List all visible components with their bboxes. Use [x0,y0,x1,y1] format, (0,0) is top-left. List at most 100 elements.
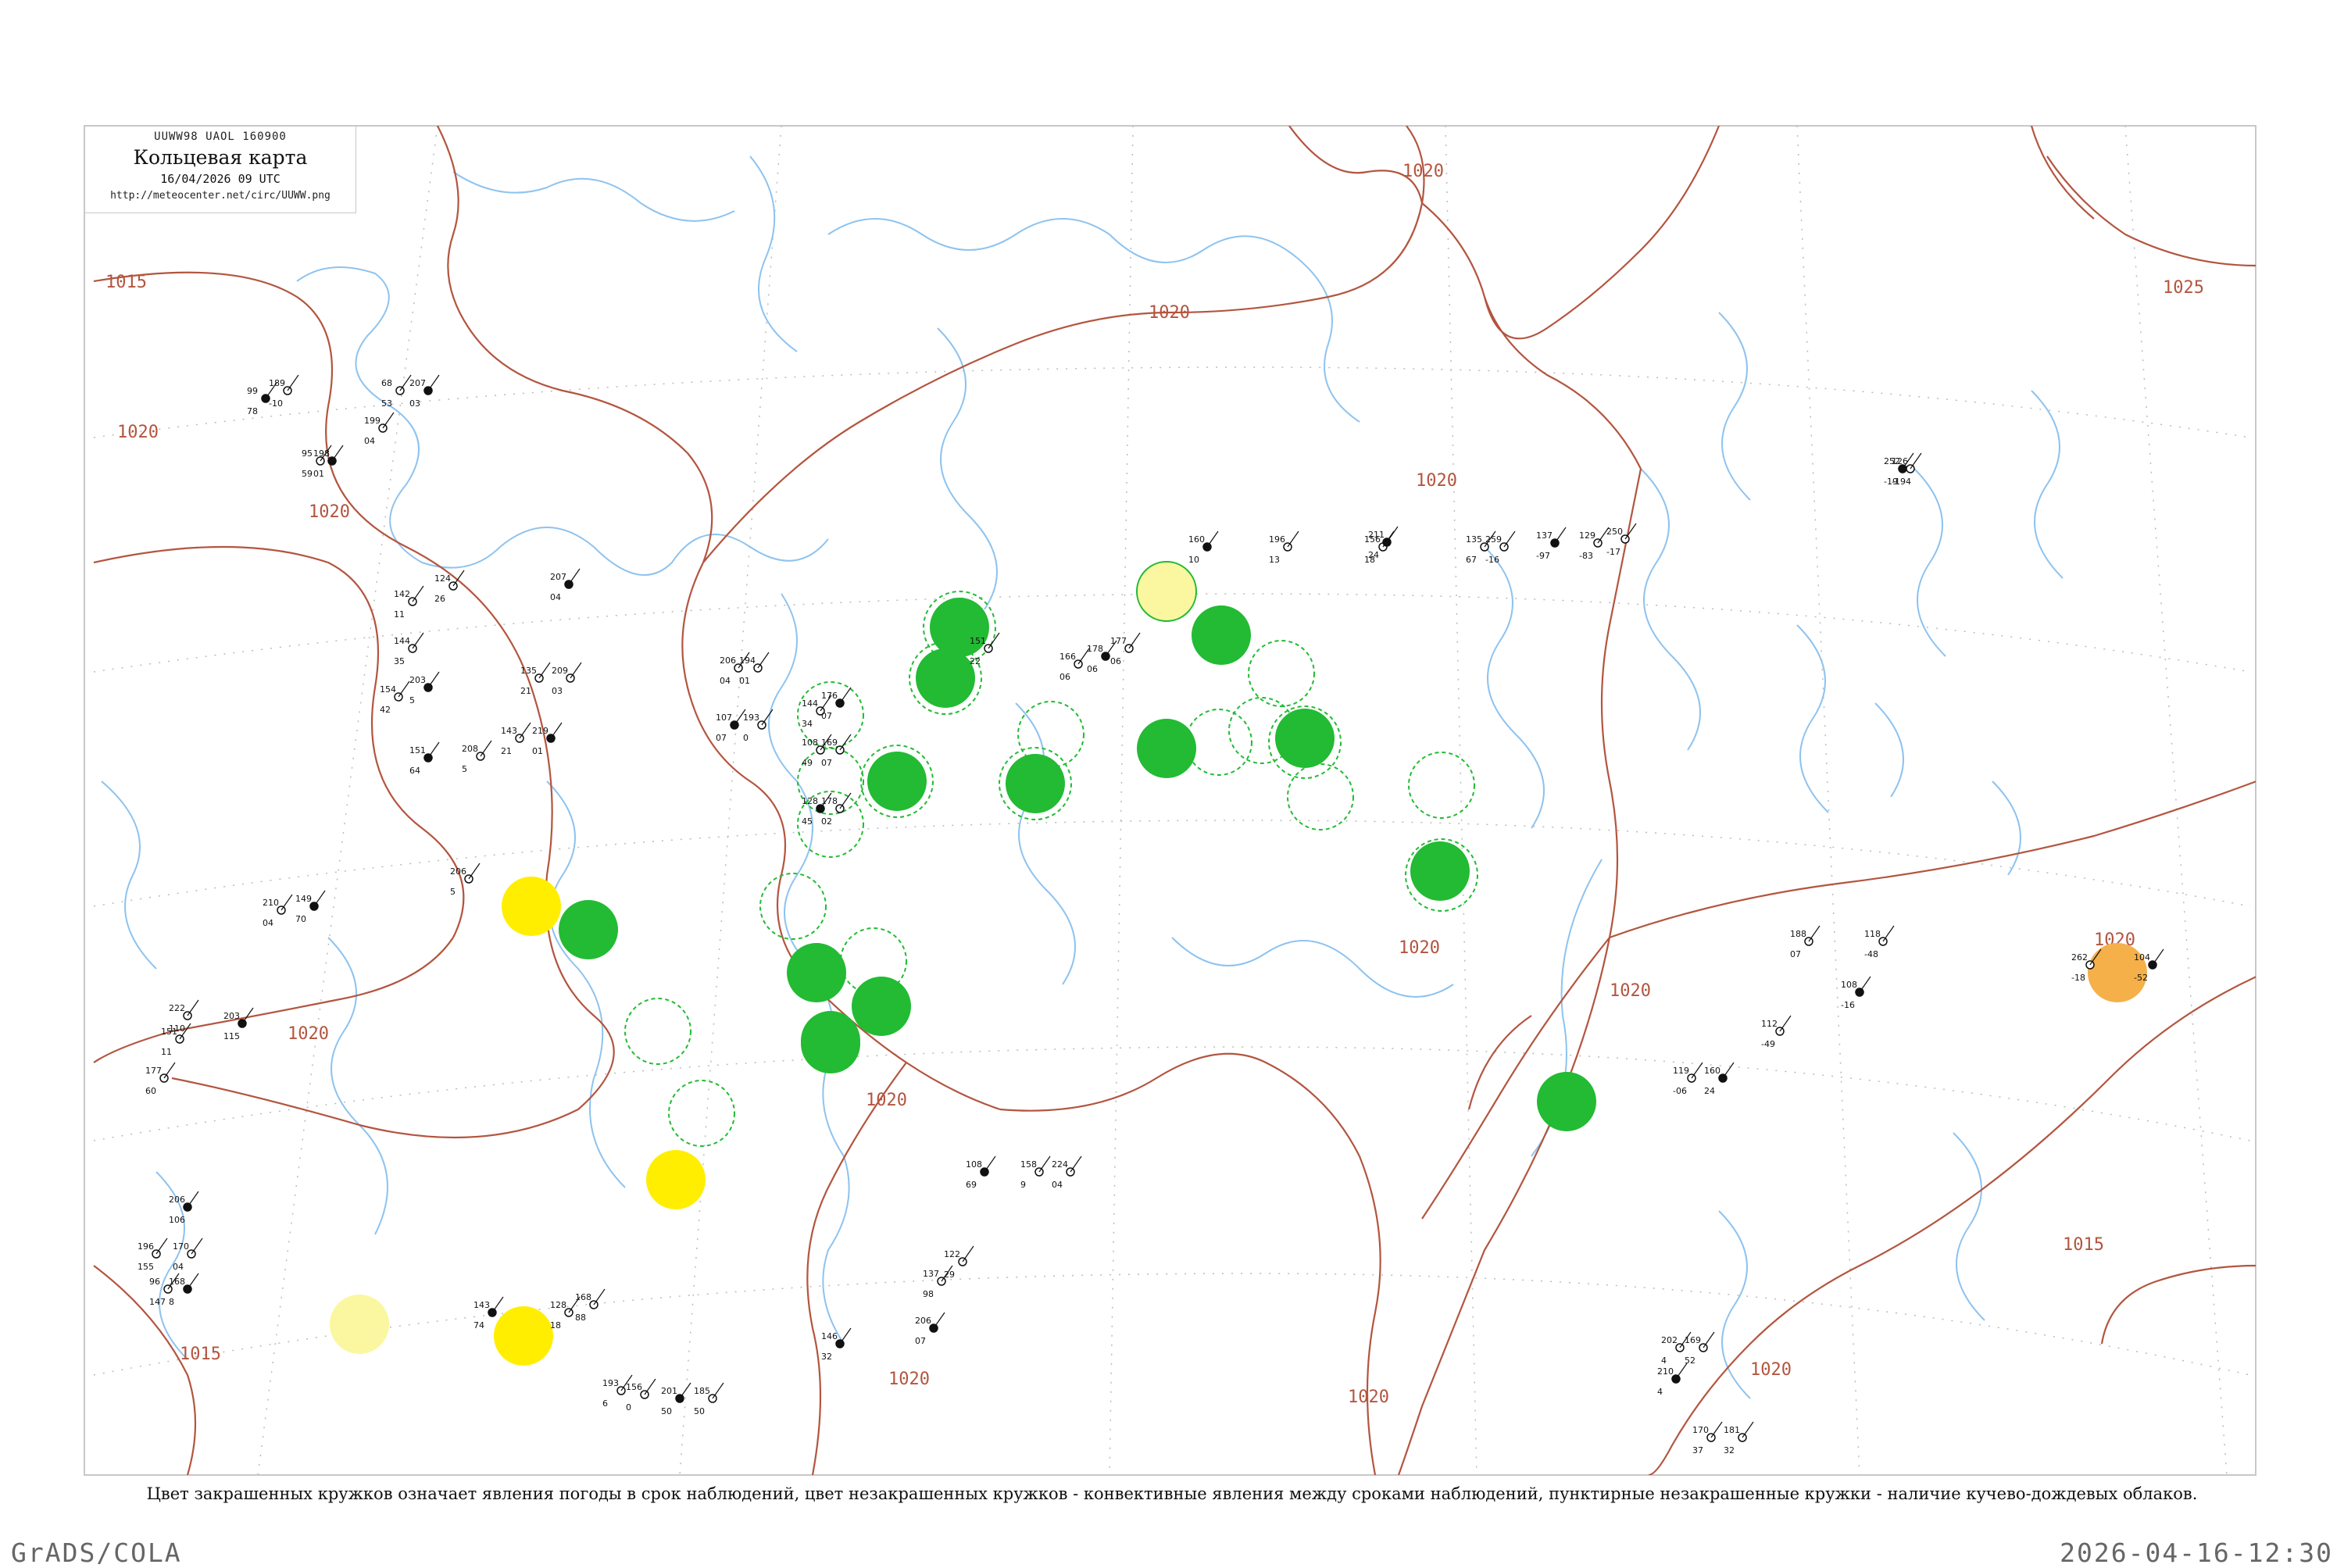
map-title-box: UUWW98 UAOL 160900 Кольцевая карта 16/04… [85,127,356,213]
wind-barb [155,1238,168,1255]
station-plot: 126 -194 [1892,452,1922,487]
legend-caption: Цвет закрашенных кружков означает явлени… [146,1484,2198,1503]
station-temperature: 70 [295,914,306,924]
station-pressure: 219 [532,726,548,736]
station-temperature: 06 [1059,672,1070,682]
wind-barb [163,1062,176,1079]
station-plot: 143 21 [501,722,531,756]
wind-barb [761,709,774,726]
station-pressure: 128 [802,796,818,806]
station-pressure: 126 [1892,456,1908,466]
station-temperature: 6 [602,1398,608,1409]
station-temperature: 04 [364,436,375,446]
isobar-label: 1015 [180,1345,221,1364]
station-pressure: 68 [381,378,392,388]
station-temperature: 106 [169,1215,185,1225]
station-temperature: -18 [2071,973,2085,983]
station-pressure: 168 [169,1277,185,1287]
station-temperature: 74 [473,1320,484,1330]
station-temperature: -52 [2134,973,2148,983]
wind-barb [712,1382,724,1399]
station-plot: 207 04 [550,568,581,602]
wind-barb [839,1327,852,1345]
wind-barb [644,1378,656,1395]
station-pressure: 198 [313,448,330,459]
station-pressure: 203 [409,675,426,685]
station-plot: 168 88 [575,1288,606,1323]
station-temperature: 26 [434,594,445,604]
station-pressure: 209 [552,666,568,676]
wind-barb [1722,1062,1735,1079]
station-plot: 189 -10 [269,374,299,409]
station-plot: 2065 [450,863,481,897]
station-plot: 185 50 [694,1382,724,1416]
station-plot: 177 60 [145,1062,176,1096]
station-temperature: 07 [716,733,727,743]
station-temperature: 50 [661,1406,672,1416]
station-temperature: -16 [1485,555,1499,565]
wind-barb [187,1191,199,1208]
weather-map[interactable]: 1015 1020 1020 1020 1020 1020 1025 1020 … [0,0,2344,1563]
station-pressure: 210 [1657,1366,1674,1377]
station-temperature: 29 [944,1270,955,1280]
station-pressure: 206 [915,1316,931,1326]
station-pressure: 144 [394,636,410,646]
station-temperature: 35 [394,656,405,666]
station-temperature: -83 [1579,551,1593,561]
source-url[interactable]: http://meteocenter.net/circ/UUWW.png [85,190,356,202]
station-temperature: -194 [1892,477,1911,487]
station-pressure: 193 [602,1378,619,1388]
wind-barb [679,1382,691,1399]
wind-barb [1624,523,1637,540]
wind-barb [1859,976,1871,993]
station-plot: 16952 [1685,1331,1715,1366]
station-plot: 188 07 [1790,925,1821,959]
station-pressure: 95 [302,448,313,459]
station-temperature: 03 [552,686,563,696]
station-plot: 1688 [169,1273,199,1307]
station-temperature: 45 [802,816,813,827]
station-pressure: 143 [501,726,517,736]
wind-barb [427,374,440,391]
wind-barb [313,890,326,907]
rain-circle [801,1014,860,1073]
wind-barb [480,740,492,757]
station-temperature: -49 [1761,1039,1775,1049]
station-temperature: 06 [1110,656,1121,666]
wind-barb [1128,632,1141,649]
wind-barb [280,894,293,911]
station-temperature: 04 [263,918,273,928]
station-temperature: 4 [1657,1387,1663,1397]
cb-dashed-circle [1185,709,1252,776]
station-temperature: 06 [1087,664,1098,674]
isobar-labels: 1015 1020 1020 1020 1020 1020 1025 1020 … [105,162,2204,1407]
station-pressure: 199 [364,416,381,426]
station-pressure: 104 [2134,952,2150,963]
station-temperature: 11 [394,609,405,620]
station-pressure: 211 [1368,530,1385,540]
wind-barb [593,1288,606,1305]
wind-barb [1691,1062,1703,1079]
rain-circle [1275,709,1335,768]
isobar-label: 1025 [2163,278,2204,298]
station-pressure: 151 [161,1027,177,1037]
wind-barb [427,741,440,759]
wind-barb [1675,1363,1688,1380]
station-plot: 118 -48 [1864,925,1895,959]
station-plot: 129 -83 [1579,527,1610,561]
wind-barb [398,680,410,698]
rain-circle [1537,1072,1596,1131]
station-pressure: 156 [626,1382,642,1392]
station-plot: 135 21 [520,662,551,696]
cb-dashed-circle [759,873,827,940]
isobar-label: 1020 [1149,303,1190,323]
snow-circle [502,877,561,936]
bulletin-code: UUWW98 UAOL 160900 [154,130,287,143]
isobar-label: 1020 [888,1370,930,1389]
station-temperature: -97 [1536,551,1550,561]
station-plot: 209 03 [552,662,582,696]
wind-barb [187,999,199,1016]
station-pressure: 158 [1020,1159,1037,1170]
station-temperature: -16 [1841,1000,1855,1010]
station-pressure: 208 [462,744,478,754]
